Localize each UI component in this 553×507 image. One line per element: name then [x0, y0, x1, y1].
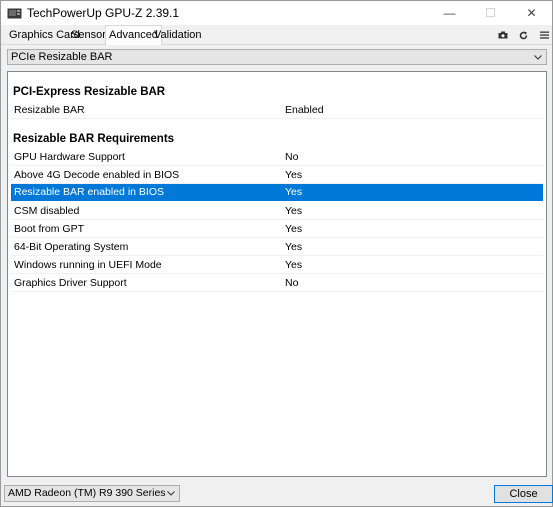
- section-heading-requirements: Resizable BAR Requirements: [13, 133, 175, 145]
- row-value: No: [285, 277, 299, 289]
- table-row-selected[interactable]: Resizable BAR enabled in BIOS Yes: [11, 184, 543, 201]
- row-value: Enabled: [285, 104, 324, 116]
- tab-bar: Graphics Card Sensors Advanced Validatio…: [1, 25, 552, 45]
- row-key: Windows running in UEFI Mode: [14, 259, 162, 271]
- row-value: No: [285, 151, 299, 163]
- gpuz-window: TechPowerUp GPU-Z 2.39.1 — ☐ ✕ Graphics …: [0, 0, 553, 507]
- close-button[interactable]: Close: [494, 485, 553, 503]
- row-value: Yes: [285, 169, 303, 181]
- row-value: Yes: [285, 205, 303, 217]
- row-key: 64-Bit Operating System: [14, 241, 129, 253]
- refresh-icon[interactable]: [516, 29, 530, 41]
- section-select-value: PCIe Resizable BAR: [11, 51, 113, 63]
- row-value: Yes: [285, 223, 303, 235]
- close-icon[interactable]: ✕: [511, 1, 552, 25]
- table-row[interactable]: CSM disabled Yes: [11, 203, 543, 220]
- table-row[interactable]: 64-Bit Operating System Yes: [11, 239, 543, 256]
- row-key: Above 4G Decode enabled in BIOS: [14, 169, 180, 181]
- window-title: TechPowerUp GPU-Z 2.39.1: [27, 6, 180, 20]
- row-value: Yes: [285, 241, 303, 253]
- table-row[interactable]: Above 4G Decode enabled in BIOS Yes: [11, 167, 543, 184]
- gpu-select[interactable]: AMD Radeon (TM) R9 390 Series: [4, 485, 180, 502]
- table-row[interactable]: Windows running in UEFI Mode Yes: [11, 257, 543, 274]
- minimize-icon[interactable]: —: [429, 1, 470, 25]
- row-key: Resizable BAR enabled in BIOS: [14, 186, 164, 198]
- row-value: Yes: [285, 186, 303, 198]
- table-row[interactable]: Boot from GPT Yes: [11, 221, 543, 238]
- section-select[interactable]: PCIe Resizable BAR: [7, 49, 547, 65]
- gpu-select-value: AMD Radeon (TM) R9 390 Series: [8, 487, 166, 499]
- chevron-down-icon: [534, 50, 542, 64]
- row-key: Graphics Driver Support: [14, 277, 127, 289]
- advanced-info-panel[interactable]: PCI-Express Resizable BAR Resizable BAR …: [7, 71, 547, 477]
- chevron-down-icon: [167, 486, 175, 501]
- row-key: Boot from GPT: [14, 223, 85, 235]
- table-row[interactable]: Graphics Driver Support No: [11, 275, 543, 292]
- row-key: GPU Hardware Support: [14, 151, 125, 163]
- title-bar[interactable]: TechPowerUp GPU-Z 2.39.1 — ☐ ✕: [1, 1, 552, 25]
- section-heading-pcie: PCI-Express Resizable BAR: [13, 86, 166, 98]
- table-row[interactable]: Resizable BAR Enabled: [11, 102, 543, 119]
- row-value: Yes: [285, 259, 303, 271]
- tab-validation[interactable]: Validation: [151, 27, 205, 43]
- row-key: CSM disabled: [14, 205, 80, 217]
- maximize-icon: ☐: [485, 6, 496, 20]
- gpuz-app-icon: [6, 5, 22, 21]
- table-row[interactable]: GPU Hardware Support No: [11, 149, 543, 166]
- camera-icon[interactable]: [496, 29, 510, 41]
- row-key: Resizable BAR: [14, 104, 85, 116]
- menu-icon[interactable]: [537, 29, 551, 41]
